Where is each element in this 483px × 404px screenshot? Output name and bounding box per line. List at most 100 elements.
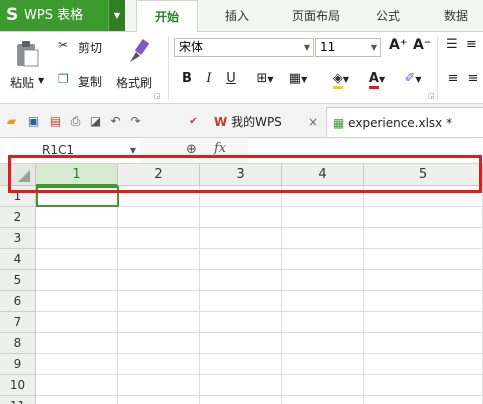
grid-cell[interactable] — [200, 207, 282, 228]
paste-button[interactable]: 粘贴 ▼ — [8, 36, 48, 98]
grid-cell[interactable] — [364, 228, 483, 249]
paste-dropdown-icon[interactable]: ▼ — [38, 76, 44, 85]
row-header[interactable]: 5 — [0, 270, 36, 291]
grid-cell[interactable] — [200, 291, 282, 312]
grid-cell[interactable] — [118, 396, 200, 404]
grid-cell[interactable] — [364, 291, 483, 312]
font-dialog-launcher-icon[interactable]: ◲ — [428, 92, 435, 100]
row-header[interactable]: 10 — [0, 375, 36, 396]
grid-cell[interactable] — [36, 354, 118, 375]
grid-cell[interactable] — [36, 270, 118, 291]
row-header[interactable]: 6 — [0, 291, 36, 312]
grid-cell[interactable] — [282, 249, 364, 270]
undo-icon[interactable]: ↶ — [108, 114, 123, 129]
tab-my-wps[interactable]: W 我的WPS × — [214, 107, 322, 137]
grid-cell[interactable] — [36, 228, 118, 249]
grid-cell[interactable] — [200, 249, 282, 270]
redo-icon[interactable]: ↷ — [128, 114, 143, 129]
grid-cell[interactable] — [282, 270, 364, 291]
grid-cell[interactable] — [36, 291, 118, 312]
grid-cell[interactable] — [282, 312, 364, 333]
grid-cell[interactable] — [364, 396, 483, 404]
grid-cell[interactable] — [200, 396, 282, 404]
grid-cell[interactable] — [36, 396, 118, 404]
open-folder-icon[interactable]: ▰ — [4, 114, 19, 129]
grid-cell[interactable] — [36, 207, 118, 228]
close-tab-icon[interactable]: × — [308, 107, 318, 137]
grid-cell[interactable] — [118, 333, 200, 354]
fill-color-button[interactable]: ◈▼ — [326, 71, 356, 89]
font-color-dropdown-icon[interactable]: ▼ — [379, 75, 385, 84]
grid-cell[interactable] — [364, 333, 483, 354]
grid-cell[interactable] — [36, 333, 118, 354]
grid-cell[interactable] — [364, 207, 483, 228]
tab-page-layout[interactable]: 页面布局 — [276, 0, 356, 31]
grid-cell[interactable] — [200, 312, 282, 333]
format-painter-button[interactable]: 格式刷 — [116, 36, 164, 98]
grid-cell[interactable] — [282, 396, 364, 404]
grid-cell[interactable] — [118, 312, 200, 333]
print-icon[interactable]: ⎙ — [68, 114, 83, 129]
quickbar-customize-icon[interactable]: ✔ — [186, 114, 201, 129]
grid-cell[interactable] — [364, 375, 483, 396]
borders-dropdown-icon[interactable]: ▼ — [267, 75, 273, 84]
print-preview-icon[interactable]: ◪ — [88, 114, 103, 129]
grid-cell[interactable] — [364, 312, 483, 333]
fill-color-dropdown-icon[interactable]: ▼ — [343, 75, 349, 84]
grid-cell[interactable] — [282, 291, 364, 312]
grid-cell[interactable] — [118, 249, 200, 270]
cut-button[interactable]: ✂ 剪切 — [58, 38, 112, 56]
grid-cell[interactable] — [200, 270, 282, 291]
tab-formulas[interactable]: 公式 — [362, 0, 414, 31]
align-top-icon[interactable]: ☰ — [446, 37, 458, 52]
bold-button[interactable]: B — [180, 71, 194, 86]
align-middle-icon[interactable]: ≡ — [466, 37, 477, 52]
tab-home[interactable]: 开始 — [136, 0, 198, 33]
grid-cell[interactable] — [282, 354, 364, 375]
italic-button[interactable]: I — [202, 71, 216, 86]
merge-dropdown-icon[interactable]: ▼ — [301, 75, 307, 84]
grow-font-button[interactable]: A⁺ — [389, 37, 407, 53]
grid-cell[interactable] — [282, 207, 364, 228]
align-left-icon[interactable]: ≡ — [446, 71, 460, 86]
grid-cell[interactable] — [118, 291, 200, 312]
grid-cell[interactable] — [118, 207, 200, 228]
row-header[interactable]: 11 — [0, 396, 36, 404]
insert-function-button[interactable]: fx — [214, 141, 226, 156]
grid-cell[interactable] — [200, 354, 282, 375]
row-header[interactable]: 7 — [0, 312, 36, 333]
tab-insert[interactable]: 插入 — [208, 0, 266, 31]
grid-cell[interactable] — [118, 375, 200, 396]
clear-format-button[interactable]: ✐▼ — [398, 71, 428, 86]
grid-cell[interactable] — [36, 249, 118, 270]
grid-cell[interactable] — [118, 270, 200, 291]
tab-document[interactable]: ▦ experience.xlsx * — [326, 107, 483, 137]
tab-data[interactable]: 数据 — [430, 0, 482, 31]
row-header[interactable]: 9 — [0, 354, 36, 375]
grid-cell[interactable] — [118, 228, 200, 249]
grid-cell[interactable] — [364, 270, 483, 291]
align-center-icon[interactable]: ≡ — [466, 71, 480, 86]
grid-cell[interactable] — [364, 249, 483, 270]
shrink-font-button[interactable]: A⁻ — [413, 37, 431, 53]
font-name-dropdown-icon[interactable]: ▼ — [304, 39, 310, 56]
row-header[interactable]: 3 — [0, 228, 36, 249]
clear-format-dropdown-icon[interactable]: ▼ — [415, 75, 421, 84]
grid-cell[interactable] — [282, 228, 364, 249]
app-menu-dropdown-icon[interactable]: ▼ — [108, 0, 125, 31]
copy-button[interactable]: ❐ 复制 — [58, 72, 112, 90]
grid-cell[interactable] — [282, 375, 364, 396]
grid-cell[interactable] — [364, 354, 483, 375]
clipboard-dialog-launcher-icon[interactable]: ◲ — [154, 92, 161, 100]
grid-cell[interactable] — [200, 228, 282, 249]
borders-button[interactable]: ⊞▼ — [250, 71, 280, 86]
font-size-select[interactable]: 11 ▼ — [315, 38, 381, 57]
row-header[interactable]: 8 — [0, 333, 36, 354]
row-header[interactable]: 4 — [0, 249, 36, 270]
grid-cell[interactable] — [200, 375, 282, 396]
row-header[interactable]: 2 — [0, 207, 36, 228]
save-icon[interactable]: ▣ — [26, 114, 41, 129]
export-pdf-icon[interactable]: ▤ — [48, 114, 63, 129]
grid-cell[interactable] — [282, 333, 364, 354]
font-size-dropdown-icon[interactable]: ▼ — [371, 39, 377, 56]
